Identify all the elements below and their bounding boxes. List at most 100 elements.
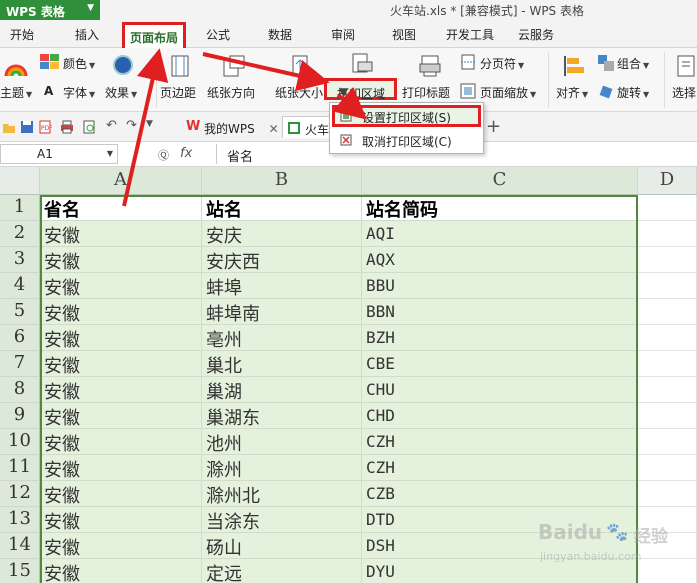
cancel-print-area-item[interactable]: 取消打印区域(C) — [332, 130, 481, 152]
table-cell[interactable]: 巢湖东 — [202, 403, 362, 429]
row-header[interactable]: 14 — [0, 533, 40, 559]
table-cell[interactable]: CHU — [362, 377, 638, 403]
row-header[interactable]: 12 — [0, 481, 40, 507]
table-cell[interactable] — [638, 325, 697, 351]
table-cell[interactable] — [638, 481, 697, 507]
table-cell[interactable]: 安庆 — [202, 221, 362, 247]
close-icon[interactable]: ✕ — [269, 122, 279, 136]
table-cell[interactable]: BBU — [362, 273, 638, 299]
tab-cloud[interactable]: 云服务 — [518, 26, 554, 43]
redo-icon[interactable]: ↷ — [126, 118, 140, 133]
table-cell[interactable]: 安徽 — [40, 533, 202, 559]
tab-page-layout[interactable]: 页面布局 — [122, 22, 187, 49]
table-cell[interactable]: CZH — [362, 455, 638, 481]
table-cell[interactable]: 安徽 — [40, 247, 202, 273]
name-box[interactable]: A1 ▼ — [0, 144, 118, 164]
table-cell[interactable]: 安徽 — [40, 221, 202, 247]
table-cell[interactable]: 滁州 — [202, 455, 362, 481]
table-cell[interactable]: 安徽 — [40, 403, 202, 429]
row-header[interactable]: 9 — [0, 403, 40, 429]
table-cell[interactable]: 安徽 — [40, 377, 202, 403]
table-cell[interactable]: 安徽 — [40, 455, 202, 481]
table-cell[interactable] — [638, 195, 697, 221]
tab-insert[interactable]: 插入 — [75, 26, 99, 43]
tab-home[interactable]: 开始 — [10, 26, 34, 43]
page-break-button[interactable]: 分页符 ▼ — [480, 55, 524, 72]
row-header[interactable]: 15 — [0, 559, 40, 583]
table-cell[interactable] — [638, 377, 697, 403]
row-header[interactable]: 8 — [0, 377, 40, 403]
tab-current-document[interactable]: 火车 — [282, 116, 335, 138]
table-cell[interactable]: 蚌埠 — [202, 273, 362, 299]
row-header[interactable]: 1 — [0, 195, 40, 221]
tab-review[interactable]: 审阅 — [331, 26, 355, 43]
output-pdf-icon[interactable]: PDF — [38, 120, 52, 134]
paper-size-button[interactable]: 纸张大小 — [275, 84, 323, 101]
tab-data[interactable]: 数据 — [268, 26, 292, 43]
table-cell[interactable]: 蚌埠南 — [202, 299, 362, 325]
column-header-b[interactable]: B — [202, 167, 362, 195]
table-cell[interactable]: CBE — [362, 351, 638, 377]
table-cell[interactable] — [638, 351, 697, 377]
app-menu-button[interactable]: WPS 表格 ▼ — [0, 0, 100, 20]
table-cell[interactable]: AQX — [362, 247, 638, 273]
table-cell[interactable]: 亳州 — [202, 325, 362, 351]
customize-quick-access-icon[interactable]: ▼ — [146, 119, 160, 133]
table-cell[interactable]: 当涂东 — [202, 507, 362, 533]
table-cell[interactable]: AQI — [362, 221, 638, 247]
margins-button[interactable]: 页边距 — [160, 84, 196, 101]
table-cell[interactable] — [638, 273, 697, 299]
table-cell[interactable]: 安徽 — [40, 273, 202, 299]
column-header-a[interactable]: A — [40, 167, 202, 195]
table-cell[interactable]: 安徽 — [40, 481, 202, 507]
tab-developer[interactable]: 开发工具 — [446, 26, 494, 43]
insert-function-button[interactable]: fx — [180, 146, 192, 161]
set-print-area-item[interactable]: 设置打印区域(S) — [332, 105, 481, 127]
group-button[interactable]: 组合 ▼ — [617, 55, 649, 72]
table-cell[interactable]: 池州 — [202, 429, 362, 455]
row-header[interactable]: 2 — [0, 221, 40, 247]
save-icon[interactable] — [20, 120, 34, 134]
select-all-corner[interactable] — [0, 167, 40, 195]
table-cell[interactable]: 安徽 — [40, 325, 202, 351]
table-cell[interactable]: 滁州北 — [202, 481, 362, 507]
colors-button[interactable]: 颜色 ▼ — [63, 55, 95, 72]
open-folder-icon[interactable] — [2, 120, 16, 134]
orientation-button[interactable]: 纸张方向 — [207, 84, 255, 101]
print-preview-icon[interactable] — [82, 120, 96, 134]
undo-icon[interactable]: ↶ — [106, 118, 120, 133]
table-cell[interactable]: BBN — [362, 299, 638, 325]
table-cell[interactable]: 安徽 — [40, 429, 202, 455]
table-cell[interactable] — [638, 299, 697, 325]
header-cell[interactable]: 站名简码 — [362, 195, 638, 221]
effects-button[interactable]: 效果 ▼ — [105, 84, 137, 101]
selection-pane-button[interactable]: 选择 — [672, 84, 696, 101]
row-header[interactable]: 5 — [0, 299, 40, 325]
table-cell[interactable]: 巢湖 — [202, 377, 362, 403]
row-header[interactable]: 6 — [0, 325, 40, 351]
tab-view[interactable]: 视图 — [392, 26, 416, 43]
font-button[interactable]: 字体 ▼ — [63, 84, 95, 101]
tab-my-wps[interactable]: W 我的WPS ✕ — [182, 116, 283, 138]
new-tab-plus-icon[interactable]: + — [486, 116, 501, 137]
chevron-down-icon[interactable]: ▼ — [107, 149, 113, 158]
table-cell[interactable]: CZB — [362, 481, 638, 507]
row-header[interactable]: 11 — [0, 455, 40, 481]
table-cell[interactable]: CHD — [362, 403, 638, 429]
print-icon[interactable] — [60, 120, 74, 134]
table-cell[interactable]: 安徽 — [40, 299, 202, 325]
column-header-d[interactable]: D — [638, 167, 697, 195]
table-cell[interactable]: 定远 — [202, 559, 362, 583]
column-header-c[interactable]: C — [362, 167, 638, 195]
table-cell[interactable]: 巢北 — [202, 351, 362, 377]
row-header[interactable]: 13 — [0, 507, 40, 533]
page-zoom-button[interactable]: 页面缩放 ▼ — [480, 84, 536, 101]
header-cell[interactable]: 站名 — [202, 195, 362, 221]
print-area-button[interactable]: 打印区域 ▼ — [324, 78, 397, 101]
table-cell[interactable]: CZH — [362, 429, 638, 455]
table-cell[interactable] — [638, 455, 697, 481]
table-cell[interactable]: BZH — [362, 325, 638, 351]
table-cell[interactable]: 安徽 — [40, 351, 202, 377]
row-header[interactable]: 10 — [0, 429, 40, 455]
table-cell[interactable] — [638, 403, 697, 429]
